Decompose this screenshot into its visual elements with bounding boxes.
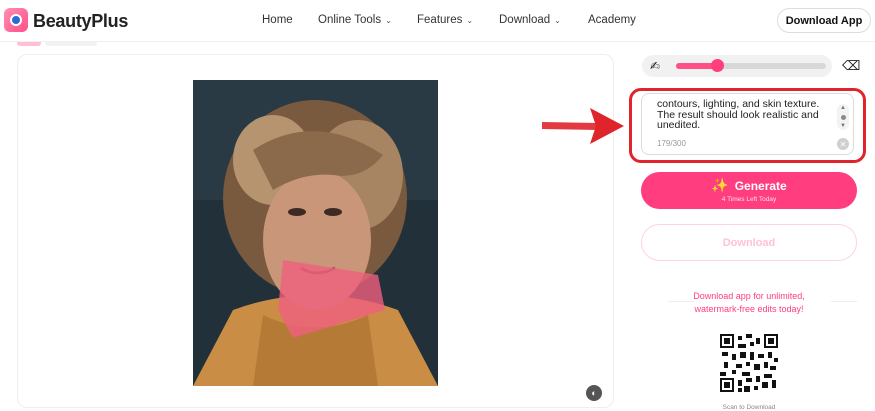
chevron-down-icon: ⌄ — [466, 15, 474, 25]
active-tab-indicator[interactable] — [17, 42, 41, 46]
prompt-scrollbar[interactable]: ▲ ▼ — [837, 104, 849, 130]
eraser-icon[interactable]: ⌫ — [842, 58, 860, 74]
nav-home-label: Home — [262, 14, 293, 26]
generate-remaining: 4 Times Left Today — [721, 196, 777, 203]
chevron-down-icon: ⌄ — [385, 15, 392, 25]
nav-download[interactable]: Download ⌄ — [499, 14, 561, 26]
top-navigation-bar: BeautyPlus Home Online Tools ⌄ Features ⌄ … — [0, 0, 875, 42]
download-button[interactable]: Download — [641, 224, 857, 261]
scroll-up-icon[interactable]: ▲ — [840, 105, 846, 111]
qr-code — [720, 334, 778, 392]
nav-features[interactable]: Features ⌄ — [417, 14, 473, 26]
beautyplus-logo-icon[interactable] — [4, 8, 28, 32]
nav-online-tools[interactable]: Online Tools ⌄ — [318, 14, 392, 26]
promo-line-2: watermark-free edits today! — [694, 303, 804, 314]
nav-download-label: Download — [499, 14, 551, 26]
brand-name[interactable]: BeautyPlus — [33, 11, 128, 32]
prompt-text[interactable]: contours, lighting, and skin texture. Th… — [657, 99, 837, 131]
download-app-button[interactable]: Download App — [777, 8, 871, 33]
generate-label: Generate — [734, 178, 787, 193]
portrait-image — [193, 80, 438, 386]
brush-size-icon[interactable]: ✍ — [650, 59, 660, 73]
nav-features-label: Features — [417, 14, 463, 26]
nav-home[interactable]: Home — [262, 14, 293, 26]
scroll-thumb[interactable] — [840, 114, 846, 120]
chevron-down-icon: ⌄ — [554, 15, 561, 25]
inactive-tab-indicator[interactable] — [45, 42, 97, 46]
compare-icon[interactable]: ◐ — [586, 385, 602, 401]
portrait-photo[interactable] — [193, 80, 438, 386]
promo-line-1: Download app for unlimited, — [693, 291, 805, 301]
sparkle-icon: ✨ — [711, 177, 729, 193]
scroll-down-icon[interactable]: ▼ — [840, 123, 846, 129]
nav-online-tools-label: Online Tools — [318, 14, 382, 26]
nav-academy-label: Academy — [588, 14, 636, 26]
download-promo: Download app for unlimited, watermark-fr… — [680, 290, 818, 315]
clear-icon[interactable]: ✕ — [837, 138, 849, 150]
nav-academy[interactable]: Academy — [588, 14, 636, 26]
generate-button[interactable]: ✨ Generate 4 Times Left Today — [641, 172, 857, 209]
brush-size-slider-handle[interactable] — [710, 59, 724, 72]
prompt-textarea[interactable]: contours, lighting, and skin texture. Th… — [641, 93, 854, 155]
character-counter: 179/300 — [657, 139, 686, 148]
scan-to-download-label: Scan to Download — [722, 404, 776, 411]
annotation-arrow — [542, 108, 624, 144]
divider-right — [831, 301, 857, 302]
